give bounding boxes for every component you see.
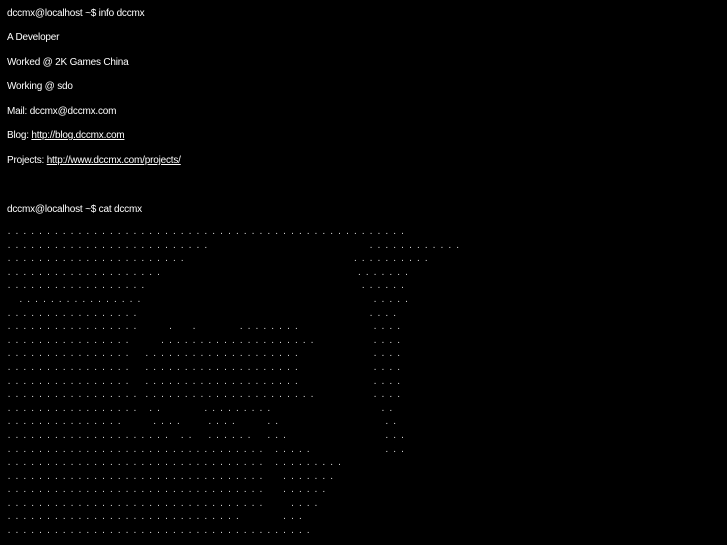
ascii-art-row: . . . . . . . . . . . . . . . . . . . . … bbox=[7, 378, 401, 387]
ascii-art-row: . . . . . . . . . . . . . . . . . . . . … bbox=[7, 446, 405, 455]
ascii-art-row: . . . . . . . . . . . . . . . . . . . . … bbox=[7, 460, 342, 469]
ascii-art-row: . . . . . . . . . . . . . . . . . . . . … bbox=[7, 337, 401, 346]
ascii-art-row: . . . . . . . . . . . . . . . . . . . . … bbox=[7, 528, 310, 537]
ascii-art-row: . . . . . . . . . . . . . . . . . . . . … bbox=[7, 229, 405, 237]
prompt-info-command: dccmx@localhost ~$ info dccmx bbox=[7, 8, 145, 19]
info-worked: Worked @ 2K Games China bbox=[7, 57, 129, 68]
ascii-art-row: . . . . . . . . . . . . . . . . . . . . … bbox=[7, 405, 393, 414]
ascii-art-row: . . . . . . . . . . . . . . . . . . . . … bbox=[7, 324, 401, 333]
ascii-art-row: . . . . . . . . . . . . . . . . . . . . … bbox=[7, 500, 318, 509]
info-blog: Blog: http://blog.dccmx.com bbox=[7, 130, 125, 142]
info-role: A Developer bbox=[7, 32, 60, 43]
ascii-art-row: . . . . . . . . . . . . . . . . . . . . … bbox=[7, 392, 401, 401]
ascii-art-row: . . . . . . . . . . . . . . . . . . . . … bbox=[7, 487, 326, 496]
info-mail: Mail: dccmx@dccmx.com bbox=[7, 106, 117, 117]
ascii-art-row: . . . . . . . . . . . . . . . . . . . . … bbox=[7, 351, 401, 360]
ascii-art-row: . . . . . . . . . . . . . . . . . . . . … bbox=[7, 514, 303, 523]
ascii-art-row: . . . . . . . . . . . . . . . . . . . . … bbox=[7, 269, 409, 278]
ascii-art-row: . . . . . . . . . . . . . . . . . . . . … bbox=[7, 310, 397, 319]
blog-label: Blog: bbox=[7, 130, 32, 141]
ascii-art-block: . . . . . . . . . . . . . . . . . . . . … bbox=[7, 227, 460, 540]
projects-label: Projects: bbox=[7, 155, 47, 166]
ascii-art-row: . . . . . . . . . . . . . . . . . . . . … bbox=[7, 364, 401, 373]
ascii-art-row: . . . . . . . . . . . . . . . . . . . . … bbox=[7, 419, 397, 428]
ascii-art-row: . . . . . . . . . . . . . . . . . . . . … bbox=[7, 283, 405, 292]
info-working: Working @ sdo bbox=[7, 81, 73, 92]
ascii-art-row: . . . . . . . . . . . . . . . . . . . . … bbox=[7, 473, 334, 482]
blog-link[interactable]: http://blog.dccmx.com bbox=[31, 130, 124, 141]
ascii-art-row: . . . . . . . . . . . . . . . . . . . . … bbox=[7, 432, 405, 441]
ascii-art-row: . . . . . . . . . . . . . . . . . . . . … bbox=[7, 296, 409, 305]
projects-link[interactable]: http://www.dccmx.com/projects/ bbox=[47, 155, 181, 166]
info-projects: Projects: http://www.dccmx.com/projects/ bbox=[7, 155, 181, 167]
ascii-art-row: . . . . . . . . . . . . . . . . . . . . … bbox=[7, 256, 429, 265]
prompt-cat-command: dccmx@localhost ~$ cat dccmx bbox=[7, 204, 142, 215]
ascii-art-row: . . . . . . . . . . . . . . . . . . . . … bbox=[7, 242, 460, 251]
